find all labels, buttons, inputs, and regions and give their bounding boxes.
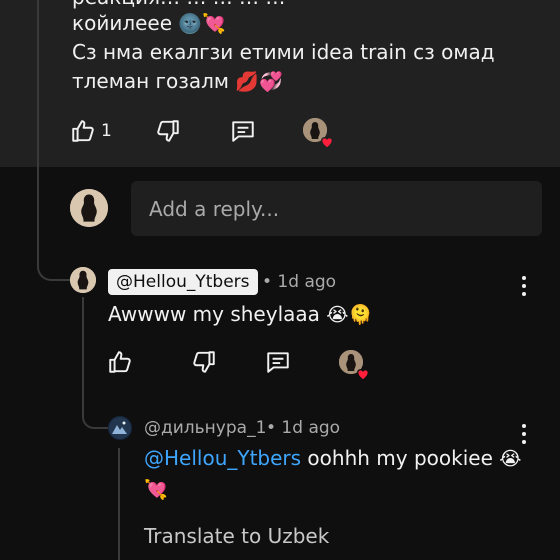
silhouette-icon bbox=[70, 267, 96, 293]
add-reply-placeholder: Add a reply... bbox=[149, 196, 280, 221]
reply1-dislike-button[interactable] bbox=[189, 347, 219, 377]
reply1-like-button[interactable] bbox=[105, 347, 135, 377]
comment-text-3: тлеман гозалм bbox=[72, 69, 230, 93]
reply1-more-menu-button[interactable] bbox=[519, 274, 529, 298]
dot-icon bbox=[522, 440, 526, 444]
thumb-down-icon bbox=[157, 120, 179, 142]
reply2-body-line-2: 💘 bbox=[144, 475, 168, 505]
comment-text-line-1: койилеее 🌚💘 bbox=[72, 9, 226, 39]
reply2-mention-link[interactable]: @Hellou_Ytbers bbox=[144, 446, 301, 470]
comment-icon bbox=[232, 121, 254, 142]
reply1-reply-button[interactable] bbox=[263, 347, 293, 377]
comment-text-line-3: тлеман гозалм 💋💞 bbox=[72, 67, 283, 97]
reply2-avatar[interactable] bbox=[108, 416, 132, 440]
like-count: 1 bbox=[101, 121, 112, 141]
translate-link[interactable]: Translate to Uzbek bbox=[144, 524, 329, 548]
reply-button[interactable] bbox=[228, 116, 258, 146]
dot-icon bbox=[522, 292, 526, 296]
heart-icon bbox=[320, 137, 334, 149]
thread-connector-1 bbox=[37, 248, 71, 281]
dislike-button[interactable] bbox=[153, 116, 183, 146]
reply2-timestamp: • 1d ago bbox=[266, 418, 341, 438]
dot-icon bbox=[522, 284, 526, 288]
like-button[interactable] bbox=[68, 116, 98, 146]
dot-icon bbox=[522, 276, 526, 280]
thumb-down-icon bbox=[193, 351, 215, 373]
heart-icon bbox=[356, 369, 370, 381]
thread-line-top bbox=[37, 0, 39, 167]
comment-emoji-1: 🌚💘 bbox=[178, 13, 226, 35]
top-comment-card: реакция… … … … … койилеее 🌚💘 Сз нма екал… bbox=[0, 0, 560, 167]
add-reply-input[interactable]: Add a reply... bbox=[131, 181, 542, 236]
reply1-author-chip[interactable]: @Hellou_Ytbers bbox=[108, 269, 258, 295]
thread-line-reply1 bbox=[82, 297, 84, 409]
reply1-avatar[interactable] bbox=[70, 267, 96, 293]
reply2-body-emoji-2: 💘 bbox=[144, 479, 168, 501]
reply2-body-emoji-1: 😭 bbox=[499, 448, 522, 470]
dot-icon bbox=[522, 432, 526, 436]
thread-line-reply2 bbox=[118, 448, 120, 560]
comment-text-line-2: Сз нма екалгзи етими idea train сз омад bbox=[72, 40, 495, 64]
thumb-up-icon bbox=[72, 120, 94, 142]
dot-icon bbox=[522, 424, 526, 428]
comment-emoji-3: 💋💞 bbox=[235, 71, 283, 93]
comment-text-1: койилеее bbox=[72, 11, 173, 35]
creator-heart-badge bbox=[303, 118, 334, 149]
landscape-icon bbox=[108, 416, 132, 440]
reply2-author[interactable]: @дильнура_1 bbox=[144, 418, 266, 438]
thread-connector-2 bbox=[82, 400, 110, 429]
reply1-timestamp: • 1d ago bbox=[262, 272, 337, 292]
reply1-body-emoji: 😭🫠 bbox=[326, 304, 373, 326]
reply2-body-line-1: @Hellou_Ytbers oohhh my pookiee 😭 bbox=[144, 444, 521, 474]
thumb-up-icon bbox=[109, 351, 131, 373]
reply1-body-text: Awwww my sheylaaa bbox=[108, 302, 320, 326]
reply1-creator-heart-badge bbox=[339, 350, 370, 381]
comment-icon bbox=[267, 352, 289, 373]
user-avatar bbox=[70, 189, 108, 227]
reply2-more-menu-button[interactable] bbox=[519, 422, 529, 446]
reply2-body-text: oohhh my pookiee bbox=[301, 446, 493, 470]
reply1-body: Awwww my sheylaaa 😭🫠 bbox=[108, 300, 372, 330]
silhouette-icon bbox=[70, 189, 108, 227]
